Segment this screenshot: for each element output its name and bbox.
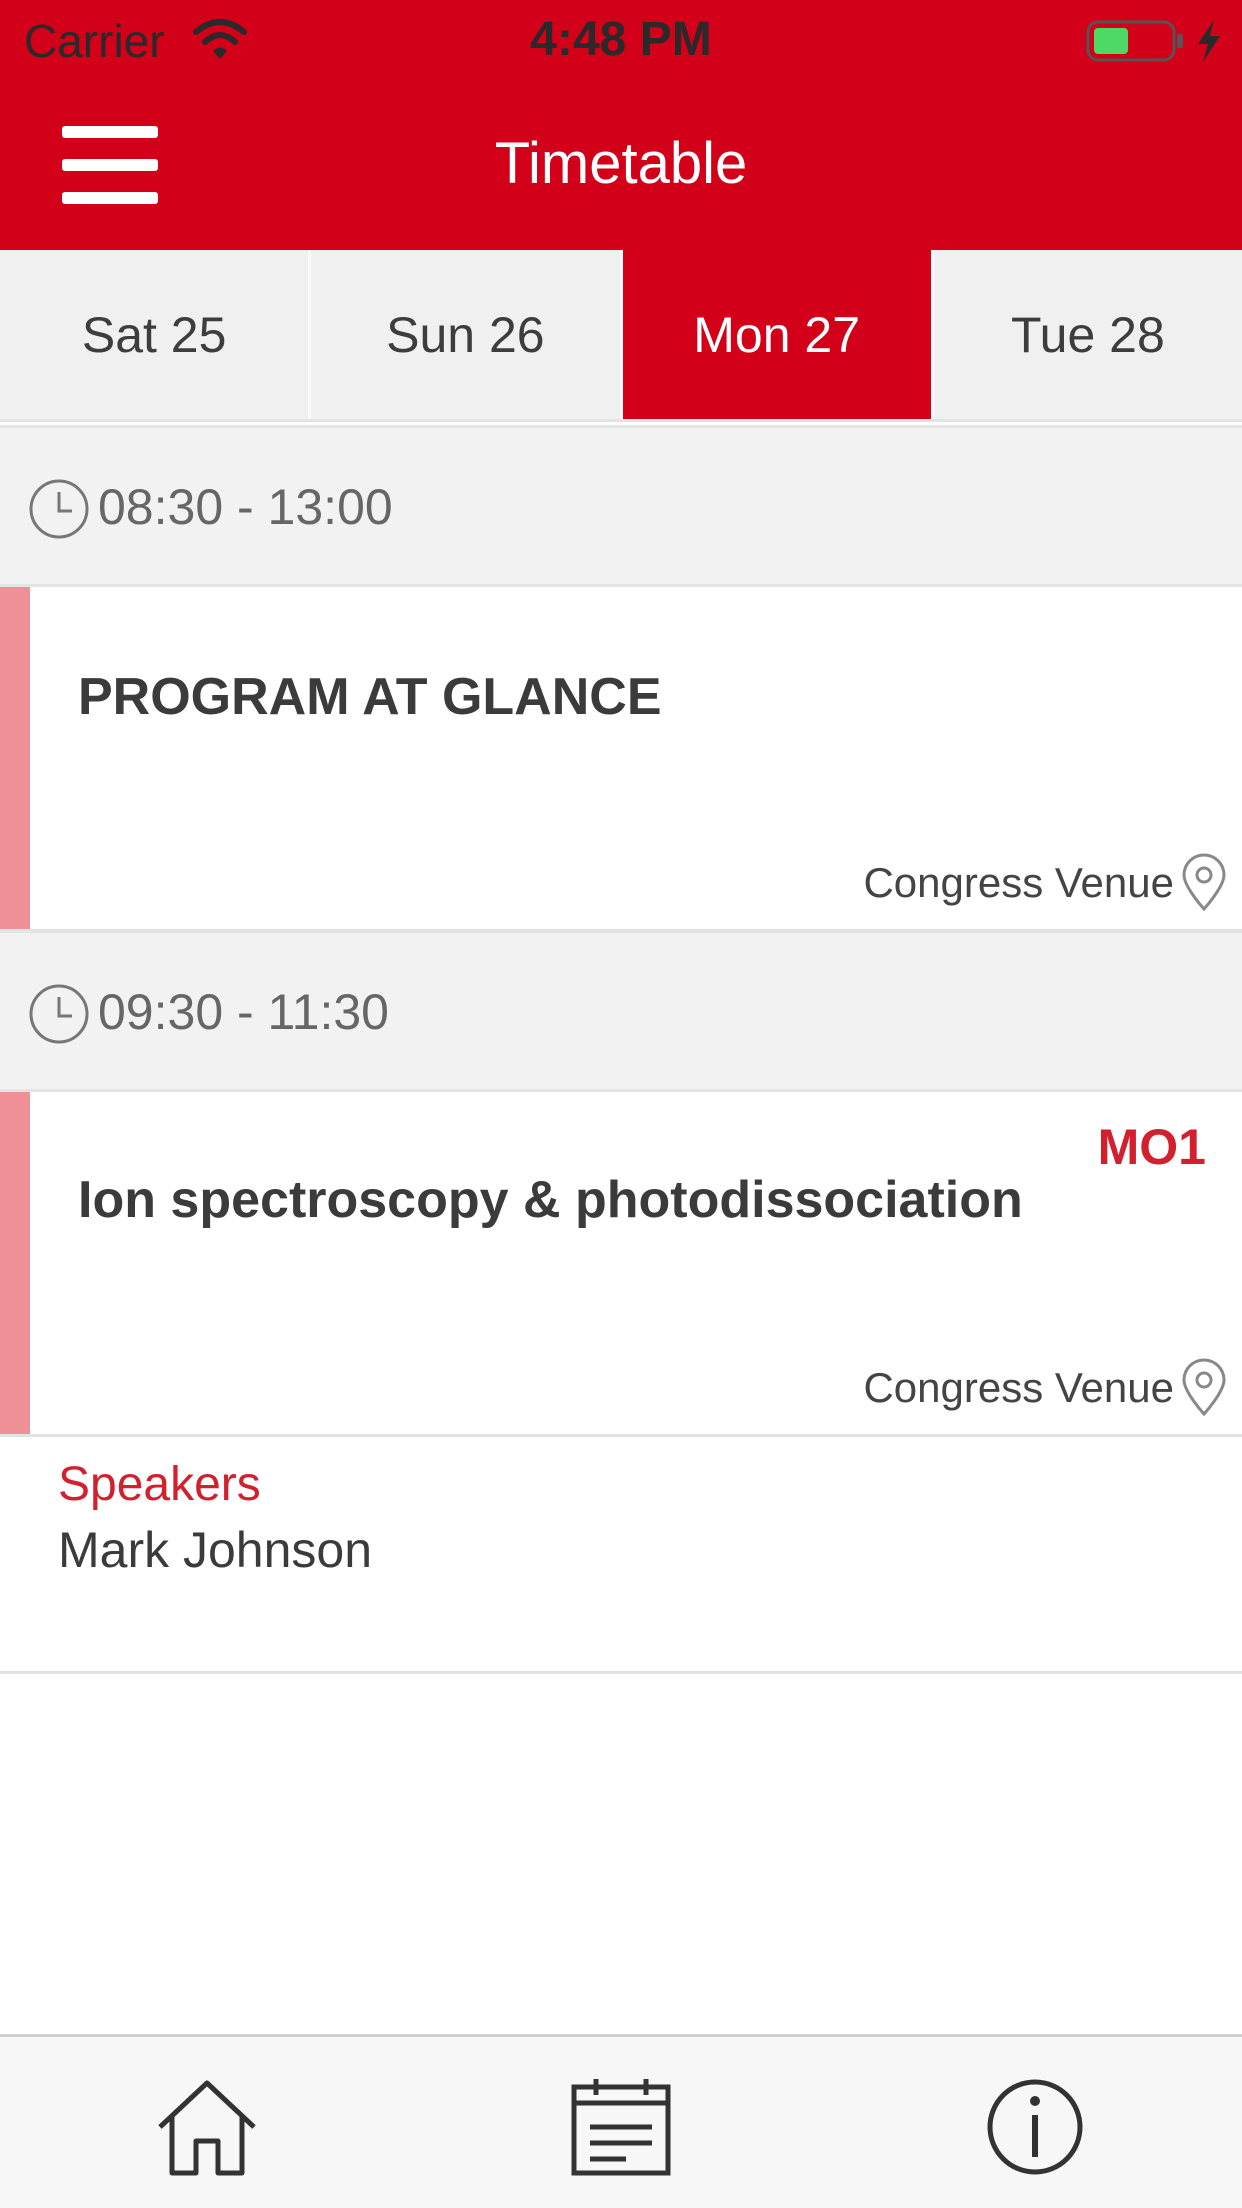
battery-icon [1086,20,1183,62]
tab-sat-25[interactable]: Sat 25 [0,250,312,419]
clock-icon [29,984,89,1044]
charging-bolt-icon [1198,20,1220,62]
session-accent-bar [0,587,30,929]
tab-sun-26[interactable]: Sun 26 [311,250,623,419]
speaker-name[interactable]: Mark Johnson [58,1521,372,1579]
time-slot-header: 08:30 - 13:00 [0,425,1242,587]
speakers-section: Speakers Mark Johnson [0,1437,1242,1674]
tab-mon-27[interactable]: Mon 27 [622,250,934,419]
session-accent-bar [0,1092,30,1434]
time-slot-header: 09:30 - 11:30 [0,930,1242,1092]
speakers-heading: Speakers [58,1458,261,1511]
tab-tue-28[interactable]: Tue 28 [934,250,1242,419]
session-title: Ion spectroscopy & photodissociation [78,1171,1023,1229]
location-pin-icon [1182,853,1226,912]
session-code: MO1 [1097,1119,1206,1175]
clock-icon [29,479,89,539]
app-header: Carrier 4:48 PM Timetable [0,0,1242,250]
day-tabs: Sat 25 Sun 26 Mon 27 Tue 28 [0,250,1242,422]
session-card[interactable]: MO1 Ion spectroscopy & photodissociation… [0,1092,1242,1437]
session-card[interactable]: PROGRAM AT GLANCE Congress Venue [0,587,1242,932]
session-venue: Congress Venue [863,1364,1174,1411]
time-range: 08:30 - 13:00 [98,479,393,535]
session-venue: Congress Venue [863,859,1174,906]
location-pin-icon [1182,1358,1226,1417]
info-icon[interactable] [980,2077,1090,2177]
page-title: Timetable [494,131,748,196]
time-range: 09:30 - 11:30 [98,984,389,1040]
calendar-icon[interactable] [566,2077,676,2177]
status-bar: Carrier 4:48 PM [0,0,1242,84]
status-time: 4:48 PM [530,13,712,66]
home-icon[interactable] [152,2077,262,2177]
bottom-nav [0,2034,1242,2208]
session-title: PROGRAM AT GLANCE [78,668,662,726]
